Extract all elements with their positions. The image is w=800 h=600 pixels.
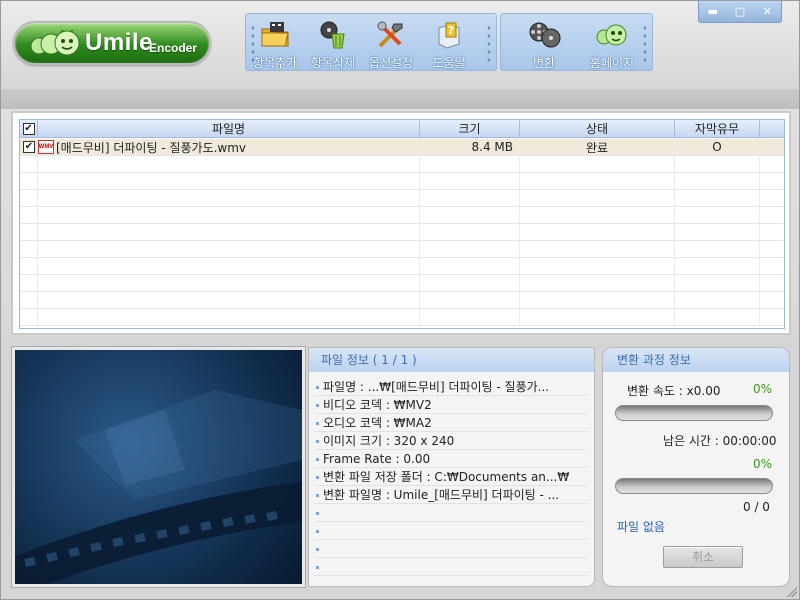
help-label: 도움말 [432,56,466,70]
file-info-title: 파일 정보 ( 1 / 1 ) [309,348,594,372]
file-info-panel: 파일 정보 ( 1 / 1 ) 파일명 : ...₩[매드무비] 더파이팅 - … [308,347,595,587]
info-empty [315,558,587,576]
file-status-text: 파일 없음 [617,520,665,534]
info-image-size: 이미지 크기 : 320 x 240 [315,432,587,450]
info-video-codec: 비디오 코덱 : ₩MV2 [315,396,587,414]
info-output-folder: 변환 파일 저장 폴더 : C:₩Documents an...₩ [315,468,587,486]
file-name: [매드무비] 더파이팅 - 질풍가도.wmv [56,140,247,155]
header: Umile Encoder 항목추가 항목삭제 옵션설정 ? 도움말 변환 홈페… [1,1,799,89]
cancel-button[interactable]: 취소 [663,546,743,568]
info-frame-rate: Frame Rate : 0.00 [315,450,587,468]
resize-grip[interactable] [787,587,797,597]
bug-mascot-icon [30,30,80,56]
conversion-title: 변환 과정 정보 [603,348,789,372]
homepage-button[interactable]: 홈페이지 [583,14,641,72]
header-divider [1,89,799,109]
row-checkbox[interactable]: ✔ [23,141,35,153]
convert-button[interactable]: 변환 [515,14,573,72]
empty-row [20,224,784,241]
column-header-size[interactable]: 크기 [420,120,520,137]
app-window: Umile Encoder 항목추가 항목삭제 옵션설정 ? 도움말 변환 홈페… [0,0,800,600]
maximize-button[interactable]: □ [729,1,751,23]
file-name-cell: WMV [매드무비] 더파이팅 - 질풍가도.wmv [38,139,420,155]
delete-item-label: 항목삭제 [310,56,356,70]
file-size: 8.4 MB [420,139,520,155]
trash-delete-icon [320,21,345,49]
total-percent: 0% [753,457,773,471]
options-button[interactable]: 옵션설정 [362,14,420,72]
info-empty [315,504,587,522]
conversion-speed: 변환 속도 : x0.00 [627,384,721,398]
toolbar-grip [486,24,492,62]
video-preview [11,346,306,588]
empty-row [20,207,784,224]
file-list-panel: ✔ 파일명 크기 상태 자막유무 ✔ WMV [매드무비] 더파이팅 - 질풍가… [11,111,791,335]
empty-row [20,309,784,326]
file-list[interactable]: ✔ 파일명 크기 상태 자막유무 ✔ WMV [매드무비] 더파이팅 - 질풍가… [19,119,785,329]
delete-item-button[interactable]: 항목삭제 [304,14,362,72]
tools-settings-icon [377,21,403,48]
empty-row [20,173,784,190]
column-header-spacer [760,120,784,137]
file-status: 완료 [520,139,675,155]
wmv-file-icon: WMV [38,140,54,154]
app-logo: Umile Encoder [13,21,211,65]
empty-row [20,190,784,207]
row-spacer [760,139,784,155]
total-progress-bar [615,478,773,494]
file-info-list: 파일명 : ...₩[매드무비] 더파이팅 - 질풍가... 비디오 코덱 : … [309,372,594,576]
empty-row [20,156,784,173]
brand-name: Umile [85,29,153,56]
info-empty [315,522,587,540]
convert-label: 변환 [532,56,556,70]
column-header-status[interactable]: 상태 [520,120,675,137]
film-reel-convert-icon [529,22,561,48]
bug-home-icon [596,24,627,46]
info-output-filename: 변환 파일명 : Umile_[매드무비] 더파이팅 - ... [315,486,587,504]
info-audio-codec: 오디오 코덱 : ₩MA2 [315,414,587,432]
speed-percent: 0% [753,382,773,396]
minimize-button[interactable]: ▬ [702,1,724,23]
empty-row [20,258,784,275]
table-row[interactable]: ✔ WMV [매드무비] 더파이팅 - 질풍가도.wmv 8.4 MB 완료 O [20,139,784,156]
select-all-checkbox[interactable]: ✔ [22,122,35,135]
row-check-cell: ✔ [20,139,38,155]
file-list-header: ✔ 파일명 크기 상태 자막유무 [20,120,784,138]
info-empty [315,540,587,558]
help-button[interactable]: ? 도움말 [420,14,478,72]
column-header-subtitle[interactable]: 자막유무 [675,120,760,137]
window-controls: ▬ □ ✕ [698,1,782,23]
info-filename: 파일명 : ...₩[매드무비] 더파이팅 - 질풍가... [315,378,587,396]
close-button[interactable]: ✕ [756,1,778,23]
remaining-time: 남은 시간 : 00:00:00 [663,434,777,448]
empty-row [20,241,784,258]
secondary-toolbar: 변환 홈페이지 [500,13,653,71]
select-all-cell: ✔ [20,120,38,137]
help-icon: ? [438,22,460,49]
film-strip-image [15,390,302,584]
empty-row [20,275,784,292]
empty-row [20,292,784,309]
add-item-button[interactable]: 항목추가 [246,14,304,72]
file-count: 0 / 0 [743,500,770,514]
options-label: 옵션설정 [368,56,414,70]
homepage-label: 홈페이지 [589,56,635,70]
file-list-rows: ✔ WMV [매드무비] 더파이팅 - 질풍가도.wmv 8.4 MB 완료 O [20,139,784,326]
conversion-status-panel: 변환 과정 정보 변환 속도 : x0.00 0% 남은 시간 : 00:00:… [602,347,790,587]
toolbar-grip [642,24,648,62]
svg-text:?: ? [448,24,454,37]
folder-add-icon [261,22,289,47]
column-header-filename[interactable]: 파일명 [38,120,420,137]
file-subtitle-flag: O [675,139,760,155]
brand-subtitle: Encoder [149,41,198,55]
main-toolbar: 항목추가 항목삭제 옵션설정 ? 도움말 [245,13,497,71]
add-item-label: 항목추가 [252,56,298,70]
speed-progress-bar [615,405,773,421]
